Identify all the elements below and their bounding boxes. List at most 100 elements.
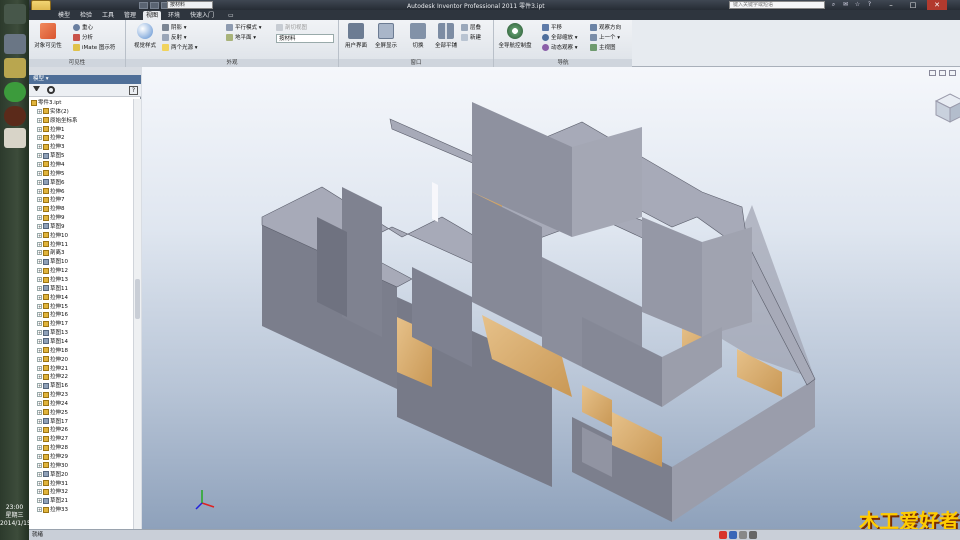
browser-tree-item[interactable]: + 草图11 [37, 285, 68, 294]
browser-tree-item[interactable]: + 草图13 [37, 329, 68, 338]
browser-tree-item[interactable]: + 拉伸23 [37, 391, 68, 400]
browser-tree-item[interactable]: + 拉伸29 [37, 453, 68, 462]
expand-icon[interactable]: + [37, 427, 42, 433]
expand-icon[interactable]: + [37, 303, 42, 309]
browser-header[interactable]: 模型 ▾ [29, 75, 141, 84]
expand-icon[interactable]: + [37, 232, 42, 238]
ground-plane-dropdown[interactable]: 地平面 ▾ [226, 34, 256, 43]
browser-tree-item[interactable]: + 草图14 [37, 338, 68, 347]
browser-tree-item[interactable]: + 草图16 [37, 382, 68, 391]
expand-icon[interactable]: + [37, 454, 42, 459]
browser-tree-item[interactable]: + 拉伸26 [37, 426, 68, 435]
center-of-gravity-button[interactable]: 重心 [73, 24, 93, 33]
search-icon[interactable]: ⌕ [829, 1, 838, 9]
browser-tree-item[interactable]: + 拉伸25 [37, 409, 68, 418]
browser-tree-item[interactable]: + 拉伸13 [37, 276, 68, 285]
analysis-button[interactable]: 分析 [73, 34, 93, 43]
shadows-dropdown[interactable]: 阴影 ▾ [162, 24, 187, 33]
browser-tree-item[interactable]: + 拉伸14 [37, 294, 68, 303]
expand-icon[interactable]: + [37, 400, 42, 406]
expand-icon[interactable]: + [37, 117, 42, 123]
tab-get-started[interactable]: 快速入门 [187, 11, 217, 20]
browser-scrollbar[interactable] [133, 99, 141, 529]
viewcube-icon[interactable] [934, 92, 960, 124]
browser-tree-item[interactable]: + 拉伸9 [37, 214, 65, 223]
graphics-window[interactable]: 木工爱好者 [142, 67, 960, 529]
expand-icon[interactable]: + [37, 480, 42, 486]
browser-tree-item[interactable]: + 拉伸27 [37, 435, 68, 444]
browser-tree-item[interactable]: + 拉伸20 [37, 356, 68, 365]
browser-tree-item[interactable]: + 拉伸1 [37, 126, 65, 135]
expand-icon[interactable]: + [37, 409, 42, 415]
start-icon[interactable] [4, 4, 26, 24]
expand-icon[interactable]: + [37, 445, 42, 451]
browser-tree-item[interactable]: + 草图5 [37, 152, 65, 161]
tab-manage[interactable]: 管理 [121, 11, 139, 20]
communication-icon[interactable]: ✉ [841, 1, 850, 9]
expand-icon[interactable]: + [37, 179, 42, 185]
cascade-button[interactable]: 层叠 [461, 24, 481, 33]
minimize-button[interactable]: – [881, 0, 901, 10]
full-navigation-wheel-button[interactable]: 全导航控制盘 [496, 23, 534, 49]
ime-keyboard-icon[interactable] [749, 531, 757, 539]
browser-tree-item[interactable]: + 原始坐标系 [37, 117, 78, 126]
expand-icon[interactable]: + [37, 161, 42, 167]
expand-icon[interactable]: + [37, 383, 42, 389]
expand-icon[interactable]: + [37, 144, 42, 150]
expand-icon[interactable]: + [37, 170, 42, 176]
browser-tree-item[interactable]: + 草图21 [37, 497, 68, 506]
expand-icon[interactable]: + [37, 277, 42, 282]
browser-tree-item[interactable]: + 草图9 [37, 223, 65, 232]
browser-tree-item[interactable]: + 拉伸21 [37, 365, 68, 374]
expand-icon[interactable]: + [37, 215, 42, 221]
browser-tree-item[interactable]: + 拉伸31 [37, 480, 68, 489]
expand-icon[interactable]: + [37, 126, 42, 132]
expand-icon[interactable]: + [37, 268, 42, 274]
user-interface-button[interactable]: 用户界面 [339, 23, 373, 49]
expand-icon[interactable]: + [37, 338, 42, 344]
browser-tree-item[interactable]: + 拉伸28 [37, 444, 68, 453]
orbit-button[interactable]: 动态观察 ▾ [542, 44, 578, 53]
previous-view-button[interactable]: 上一个 ▾ [590, 34, 620, 43]
ime-toolbar[interactable] [719, 531, 757, 540]
expand-icon[interactable]: + [37, 462, 42, 468]
new-window-button[interactable]: 新建 [461, 34, 481, 43]
browser-tree-item[interactable]: + 拉伸5 [37, 170, 65, 179]
material-select[interactable]: 按材料 [167, 1, 213, 9]
tab-inspect[interactable]: 检验 [77, 11, 95, 20]
help-search-input[interactable]: 键入关键字或短语 [729, 1, 825, 9]
expand-icon[interactable]: + [37, 223, 42, 229]
find-icon[interactable] [47, 86, 55, 94]
expand-icon[interactable]: + [37, 471, 42, 477]
browser-tree-item[interactable]: + 拉伸17 [37, 320, 68, 329]
new-file-icon[interactable] [139, 1, 148, 9]
fullscreen-button[interactable]: 全屏显示 [369, 23, 403, 49]
browser-tree-item[interactable]: + 剖离3 [37, 249, 65, 258]
maximize-button[interactable]: □ [903, 0, 923, 10]
expand-icon[interactable]: + [37, 489, 42, 495]
expand-icon[interactable]: + [37, 356, 42, 362]
expand-icon[interactable]: + [37, 197, 42, 203]
browser-tree-item[interactable]: + 拉伸4 [37, 161, 65, 170]
appearance-material-select[interactable]: 按材料 [276, 34, 334, 43]
ime-lang-icon[interactable] [729, 531, 737, 539]
browser-tree-item[interactable]: + 草图10 [37, 258, 68, 267]
look-at-button[interactable]: 观察方向 [590, 24, 621, 33]
expand-icon[interactable]: + [37, 250, 42, 256]
expand-icon[interactable]: + [37, 507, 42, 513]
pan-button[interactable]: 平移 [542, 24, 562, 33]
taskbar-clock[interactable]: 23:00 星期三 2014/1/15 [0, 504, 31, 528]
browser-tree-item[interactable]: + 拉伸18 [37, 347, 68, 356]
section-view-button[interactable]: 剖切视图 [276, 24, 307, 33]
browser-tree-item[interactable]: + 拉伸15 [37, 303, 68, 312]
tab-model[interactable]: 模型 [55, 11, 73, 20]
browser-tree-item[interactable]: + 实体(2) [37, 108, 69, 117]
browser-tree-item[interactable]: + 拉伸2 [37, 134, 65, 143]
media-taskbar-icon[interactable] [4, 106, 26, 126]
browser-tree-item[interactable]: + 拉伸22 [37, 373, 68, 382]
expand-icon[interactable]: + [37, 259, 42, 265]
close-button[interactable]: ✕ [927, 0, 947, 10]
browser-root-item[interactable]: 零件3.ipt [31, 99, 61, 108]
expand-icon[interactable]: + [37, 374, 42, 380]
expand-icon[interactable]: + [37, 285, 42, 291]
